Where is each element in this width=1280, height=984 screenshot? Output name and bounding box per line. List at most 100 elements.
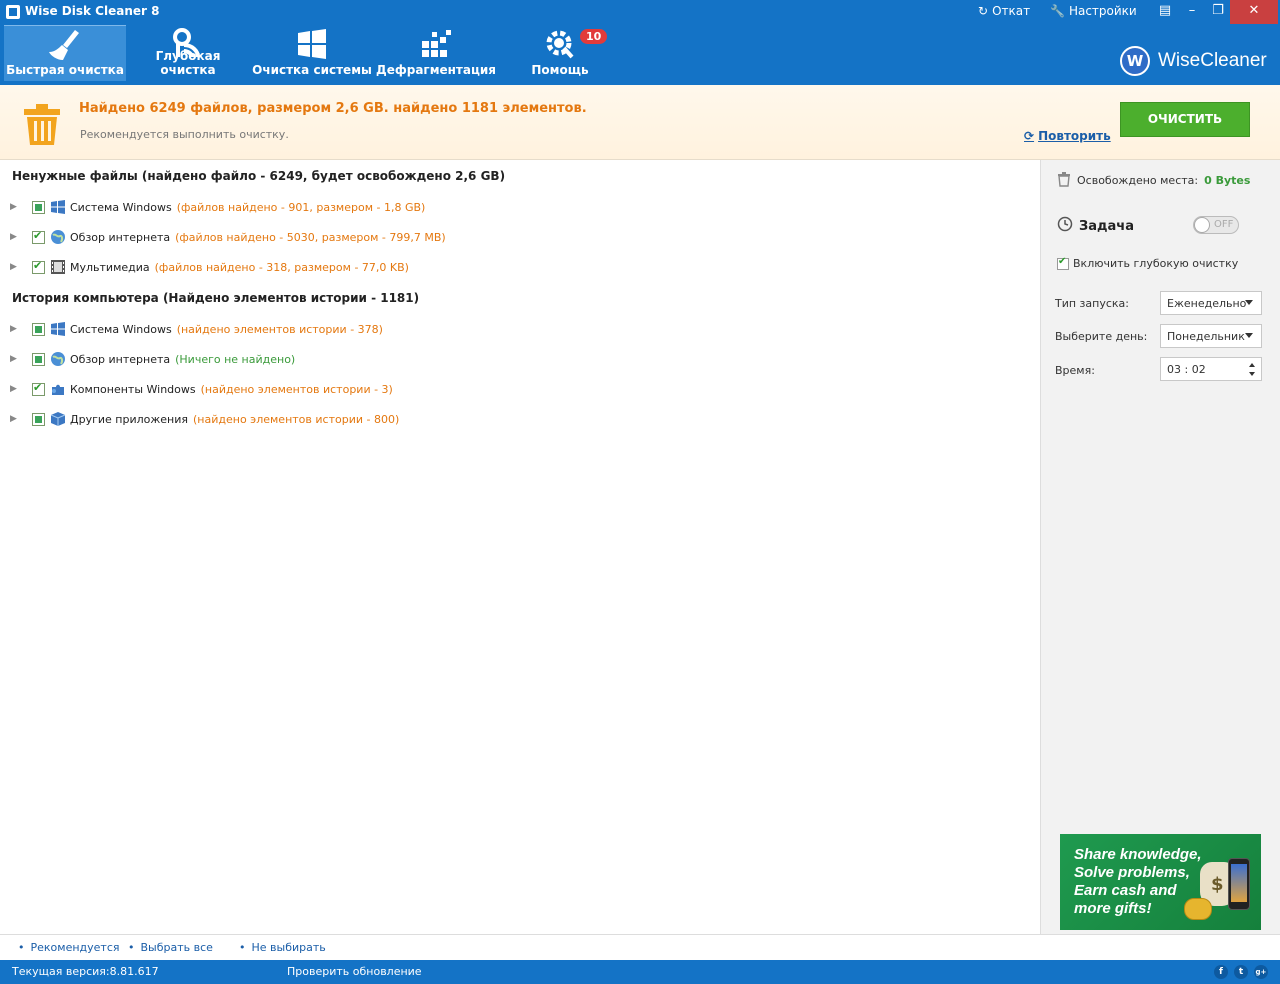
windows-icon xyxy=(50,199,66,215)
close-icon: ✕ xyxy=(1248,3,1260,18)
expand-arrow-icon[interactable]: ▶ xyxy=(10,354,20,364)
twitter-icon[interactable]: t xyxy=(1234,965,1248,979)
tab-quick-clean[interactable]: Быстрая очистка xyxy=(4,25,126,81)
item-detail: (найдено элементов истории - 378) xyxy=(176,322,383,336)
launch-type-value: Еженедельно xyxy=(1167,297,1247,310)
side-panel: Освобождено места: 0 Bytes Задача OFF Вк… xyxy=(1040,160,1280,934)
globe-icon xyxy=(50,229,66,245)
item-name: Компоненты Windows xyxy=(70,382,196,396)
menu-button[interactable]: ▤ xyxy=(1150,0,1180,24)
item-name: Мультимедиа xyxy=(70,260,150,274)
item-checkbox[interactable] xyxy=(32,352,45,366)
list-item[interactable]: ▶ Система Windows (файлов найдено - 901,… xyxy=(10,197,425,217)
select-all-link[interactable]: Выбрать все xyxy=(128,941,213,954)
item-checkbox[interactable] xyxy=(32,381,45,396)
wrench-icon: 🔧 xyxy=(1050,4,1065,18)
clock-icon xyxy=(1057,216,1073,236)
time-stepper[interactable]: 03 : 02 xyxy=(1160,357,1262,381)
list-item[interactable]: ▶ Обзор интернета (Ничего не найдено) xyxy=(10,349,295,369)
repeat-label: Повторить xyxy=(1038,129,1111,143)
repeat-link[interactable]: ⟳ Повторить xyxy=(1024,129,1111,143)
undo-label: Откат xyxy=(992,4,1031,18)
tab-defrag[interactable]: Дефрагментация xyxy=(375,25,497,81)
tab-label: Дефрагментация xyxy=(376,63,496,77)
spin-up-icon[interactable] xyxy=(1249,363,1255,367)
section-title-history: История компьютера (Найдено элементов ис… xyxy=(12,291,420,305)
settings-link[interactable]: 🔧 Настройки xyxy=(1050,4,1137,18)
summary-subtitle: Рекомендуется выполнить очистку. xyxy=(80,128,289,141)
list-item[interactable]: ▶ Компоненты Windows (найдено элементов … xyxy=(10,379,393,399)
maximize-button[interactable]: ❐ xyxy=(1203,0,1233,24)
scan-summary: Найдено 6249 файлов, размером 2,6 GB. на… xyxy=(0,85,1280,160)
item-checkbox[interactable] xyxy=(32,259,45,274)
selection-bar: Рекомендуется Выбрать все Не выбирать xyxy=(0,934,1280,960)
wisecleaner-logo-icon: W xyxy=(1120,46,1150,76)
spin-down-icon[interactable] xyxy=(1249,372,1255,376)
item-detail: (найдено элементов истории - 800) xyxy=(193,412,400,426)
facebook-icon[interactable]: f xyxy=(1214,965,1228,979)
task-label: Задача xyxy=(1079,218,1134,234)
window-title: Wise Disk Cleaner 8 xyxy=(25,4,160,18)
tab-system-clean[interactable]: Очистка системы xyxy=(251,25,373,81)
results-list: Ненужные файлы (найдено файло - 6249, бу… xyxy=(0,160,1040,934)
undo-icon: ↻ xyxy=(978,4,989,18)
list-item[interactable]: ▶ Мультимедиа (файлов найдено - 318, раз… xyxy=(10,257,409,277)
freed-value: 0 Bytes xyxy=(1204,174,1251,187)
item-checkbox[interactable] xyxy=(32,200,45,214)
list-item[interactable]: ▶ Обзор интернета (файлов найдено - 5030… xyxy=(10,227,446,247)
item-name: Обзор интернета xyxy=(70,352,171,366)
undo-link[interactable]: ↻ Откат xyxy=(978,4,1030,18)
help-badge: 10 xyxy=(580,29,608,44)
refresh-icon: ⟳ xyxy=(1024,129,1035,143)
item-detail: (файлов найдено - 901, размером - 1,8 GB… xyxy=(176,200,426,214)
item-checkbox[interactable] xyxy=(32,412,45,426)
list-item[interactable]: ▶ Другие приложения (найдено элементов и… xyxy=(10,409,399,429)
deep-clean-checkbox[interactable] xyxy=(1057,256,1069,270)
expand-arrow-icon[interactable]: ▶ xyxy=(10,414,20,424)
windows-icon xyxy=(292,27,332,61)
summary-title: Найдено 6249 файлов, размером 2,6 GB. на… xyxy=(79,101,587,116)
promo-line: Solve problems, xyxy=(1074,864,1190,881)
deep-clean-option[interactable]: Включить глубокую очистку xyxy=(1057,256,1238,270)
expand-arrow-icon[interactable]: ▶ xyxy=(10,262,20,272)
check-update-link[interactable]: Проверить обновление xyxy=(287,965,422,978)
puzzle-icon xyxy=(50,381,66,397)
expand-arrow-icon[interactable]: ▶ xyxy=(10,232,20,242)
settings-label: Настройки xyxy=(1068,4,1137,18)
item-detail: (файлов найдено - 5030, размером - 799,7… xyxy=(175,230,446,244)
list-item[interactable]: ▶ Система Windows (найдено элементов ист… xyxy=(10,319,383,339)
task-header: Задача xyxy=(1057,216,1134,236)
toggle-text: OFF xyxy=(1214,219,1234,230)
windows-icon xyxy=(50,321,66,337)
phone-icon xyxy=(1228,858,1250,910)
item-detail: (Ничего не найдено) xyxy=(175,352,296,366)
box-icon xyxy=(50,411,66,427)
item-checkbox[interactable] xyxy=(32,229,45,244)
globe-icon xyxy=(50,351,66,367)
select-none-link[interactable]: Не выбирать xyxy=(239,941,326,954)
clean-button[interactable]: ОЧИСТИТЬ xyxy=(1120,102,1250,137)
tab-deep-clean[interactable]: Глубокая очистка xyxy=(127,25,249,81)
recommended-link[interactable]: Рекомендуется xyxy=(18,941,120,954)
close-button[interactable]: ✕ xyxy=(1230,0,1278,24)
google-plus-icon[interactable]: g+ xyxy=(1254,965,1268,979)
top-bar: Wise Disk Cleaner 8 ↻ Откат 🔧 Настройки … xyxy=(0,0,1280,85)
task-toggle[interactable]: OFF xyxy=(1193,216,1239,234)
expand-arrow-icon[interactable]: ▶ xyxy=(10,324,20,334)
version-label: Текущая версия:8.81.617 xyxy=(12,965,159,978)
brand-name: WiseCleaner xyxy=(1158,50,1267,71)
expand-arrow-icon[interactable]: ▶ xyxy=(10,384,20,394)
maximize-icon: ❐ xyxy=(1212,3,1224,18)
item-detail: (найдено элементов истории - 3) xyxy=(200,382,393,396)
app-icon xyxy=(6,5,20,19)
day-label: Выберите день: xyxy=(1055,330,1148,343)
menu-icon: ▤ xyxy=(1158,3,1172,18)
day-select[interactable]: Понедельник xyxy=(1160,324,1262,348)
promo-banner[interactable]: Share knowledge, Solve problems, Earn ca… xyxy=(1060,834,1261,930)
chevron-down-icon xyxy=(1245,333,1253,338)
item-checkbox[interactable] xyxy=(32,322,45,336)
launch-type-select[interactable]: Еженедельно xyxy=(1160,291,1262,315)
launch-type-label: Тип запуска: xyxy=(1055,297,1129,310)
tab-label: Помощь xyxy=(531,63,589,77)
expand-arrow-icon[interactable]: ▶ xyxy=(10,202,20,212)
